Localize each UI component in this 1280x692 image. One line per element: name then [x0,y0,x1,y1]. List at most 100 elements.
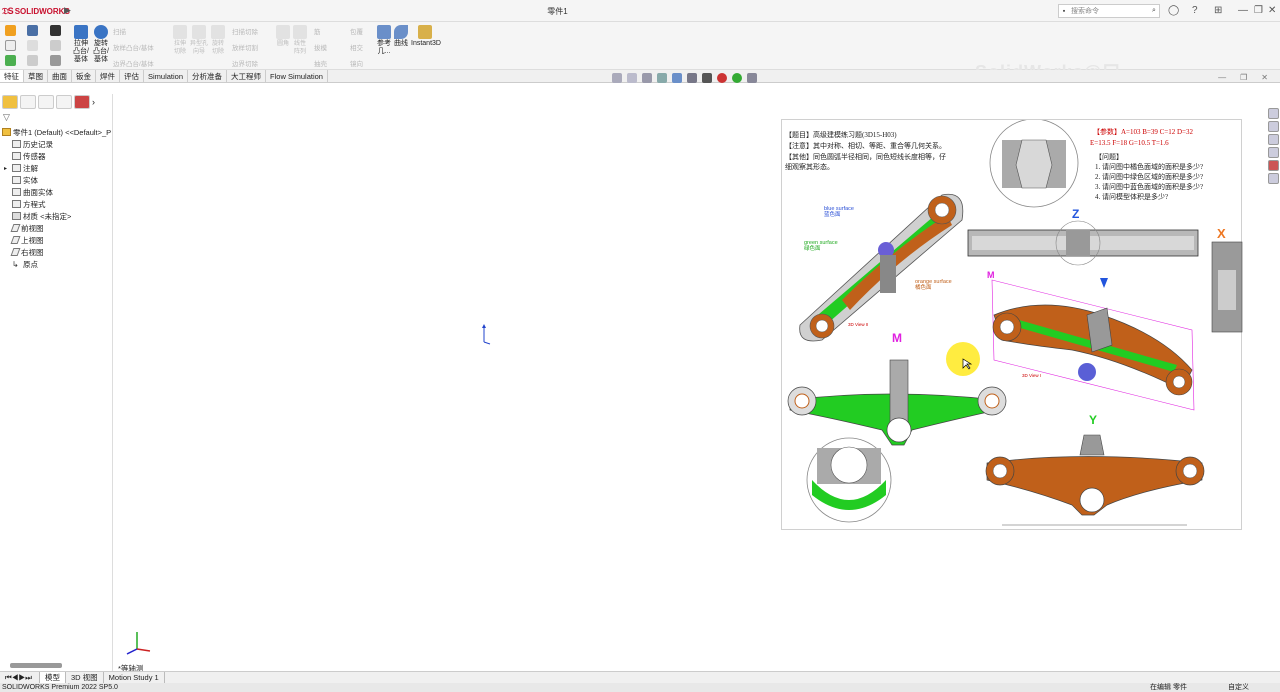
feature-manager-tab[interactable] [2,95,18,109]
tree-item-origin[interactable]: ↳ 原点 [0,258,113,270]
tab-sheet-metal[interactable]: 钣金 [72,70,96,82]
doc-close-icon[interactable]: ✕ [1261,73,1268,82]
home-icon[interactable] [5,25,16,36]
select-icon[interactable] [50,40,61,51]
tab-sketch[interactable]: 草图 [24,70,48,82]
search-icon[interactable]: ⌕ [1149,7,1159,15]
tab-analysis-prep[interactable]: 分析准备 [188,70,228,82]
tab-weldments[interactable]: 焊件 [96,70,120,82]
pin-icon[interactable]: ⊞ [1214,5,1222,16]
configuration-manager-tab[interactable] [38,95,54,109]
swept-cut-button[interactable]: 扫描切除 [232,26,258,36]
wrap-button[interactable]: 包覆 [350,26,363,36]
previous-view-icon[interactable] [642,72,652,83]
search-input[interactable]: ▪ 搜索命令 ⌕ [1058,4,1160,18]
extrude-cut-button[interactable]: 拉伸切除 [172,25,188,56]
mirror-button[interactable]: 镜向 [350,58,363,68]
hide-show-icon[interactable] [702,72,712,83]
tab-3d-views[interactable]: 3D 视图 [66,672,104,683]
instant3d-button[interactable]: Instant3D [411,25,441,48]
tree-item-annotations[interactable]: ▸ 注解 [0,162,113,174]
tree-item-history[interactable]: 历史记录 [0,138,113,150]
close-icon[interactable]: ✕ [1268,5,1276,16]
tab-motion-study[interactable]: Motion Study 1 [104,672,165,683]
tree-item-material[interactable]: 材质 <未指定> [0,210,113,222]
tab-simulation[interactable]: Simulation [144,70,189,82]
design-library-icon[interactable] [1267,121,1279,132]
file-explorer-icon[interactable] [1267,134,1279,145]
display-manager-tab[interactable] [74,95,90,109]
tab-surfaces[interactable]: 曲面 [48,70,72,82]
linear-pattern-button[interactable]: 线性阵列 [292,25,308,56]
lofted-cut-button[interactable]: 放样切割 [232,42,258,52]
shell-button[interactable]: 抽壳 [314,58,327,68]
fillet-button[interactable]: 圆角 [276,25,290,48]
reference-geometry-button[interactable]: 参考几... [376,25,392,56]
boundary-cut-button[interactable]: 边界切除 [232,58,258,68]
doc-minimize-icon[interactable]: — [1218,73,1226,82]
sweep-button[interactable]: 扫描 [113,26,126,36]
section-view-icon[interactable] [657,72,667,83]
zoom-fit-icon[interactable] [612,72,622,83]
appearance-icon[interactable] [717,72,727,83]
display-style-icon[interactable] [687,72,697,83]
tab-features[interactable]: 特征 [0,70,24,82]
tree-item-solid-bodies[interactable]: 实体 [0,174,113,186]
draft-button[interactable]: 拔模 [314,42,327,52]
help-icon[interactable]: ? [1192,5,1198,16]
revolve-boss-button[interactable]: 旋转凸台/基体 [91,25,111,64]
panel-more-icon[interactable]: › [92,97,95,107]
view-orientation-icon[interactable] [672,72,682,83]
curves-button[interactable]: 曲线 [393,25,409,48]
tree-item-front-plane[interactable]: 前视图 [0,222,113,234]
options-gear-icon[interactable] [50,55,61,66]
view-palette-icon[interactable] [1267,147,1279,158]
rebuild-icon[interactable] [5,55,16,66]
intersect-button[interactable]: 相交 [350,42,363,52]
tree-item-sensors[interactable]: 传感器 [0,150,113,162]
property-manager-tab[interactable] [20,95,36,109]
minimize-icon[interactable]: — [1238,5,1248,16]
custom-properties-icon[interactable] [1267,173,1279,184]
extrude-boss-button[interactable]: 拉伸凸台/基体 [71,25,91,64]
new-icon[interactable] [5,40,16,51]
resources-icon[interactable] [1267,108,1279,119]
tab-engineer[interactable]: 大工程师 [227,70,267,82]
view-settings-icon[interactable] [747,72,757,83]
filter-icon[interactable]: ▽ [3,112,10,123]
task-pane [1266,108,1280,188]
appearances-icon[interactable] [1267,160,1279,171]
tree-item-equations[interactable]: 方程式 [0,198,113,210]
ref-question-3: 3. 请问图中蓝色面域的面积是多少? [1095,182,1203,191]
tab-evaluate[interactable]: 评估 [120,70,144,82]
doc-restore-icon[interactable]: ❐ [1240,73,1247,82]
panel-scrollbar[interactable] [10,663,62,668]
ref-note-line: 【注意】其中对称、相切、等距、重合等几何关系。 [785,141,946,150]
reference-drawing-image[interactable]: 【题目】高级建模练习题(3D15-H03) 【注意】其中对称、相切、等距、重合等… [781,119,1243,530]
tree-item-top-plane[interactable]: 上视图 [0,234,113,246]
user-icon[interactable]: ◯ [1168,5,1179,16]
tree-item-right-plane[interactable]: 右视图 [0,246,113,258]
save-icon[interactable] [27,25,38,36]
scene-icon[interactable] [732,72,742,83]
x-view-inner [1218,270,1236,310]
hole-wizard-button[interactable]: 异型孔向导 [190,25,208,56]
status-custom-units[interactable]: 自定义 [1228,683,1249,692]
zoom-area-icon[interactable] [627,72,637,83]
expand-arrow-icon[interactable]: ▸ [4,165,12,172]
tab-model[interactable]: 模型 [40,672,66,683]
undo-icon[interactable] [27,40,38,51]
tree-item-surface-bodies[interactable]: 曲面实体 [0,186,113,198]
revolve-cut-button[interactable]: 旋转切除 [210,25,226,56]
tree-root[interactable]: 零件1 (Default) <<Default>_P [0,126,113,138]
rib-button[interactable]: 筋 [314,26,321,36]
tab-scroll-arrows[interactable]: ⏮◀▶⏭ [0,672,40,683]
dimxpert-tab[interactable] [56,95,72,109]
boundary-boss-button[interactable]: 边界凸台/基体 [113,58,154,68]
traffic-light-icon[interactable] [50,25,61,36]
tab-flow-simulation[interactable]: Flow Simulation [266,70,328,82]
curves-icon [394,25,408,39]
restore-icon[interactable]: ❐ [1254,5,1263,16]
loft-button[interactable]: 放样凸台/基体 [113,42,154,52]
print-icon[interactable] [27,55,38,66]
